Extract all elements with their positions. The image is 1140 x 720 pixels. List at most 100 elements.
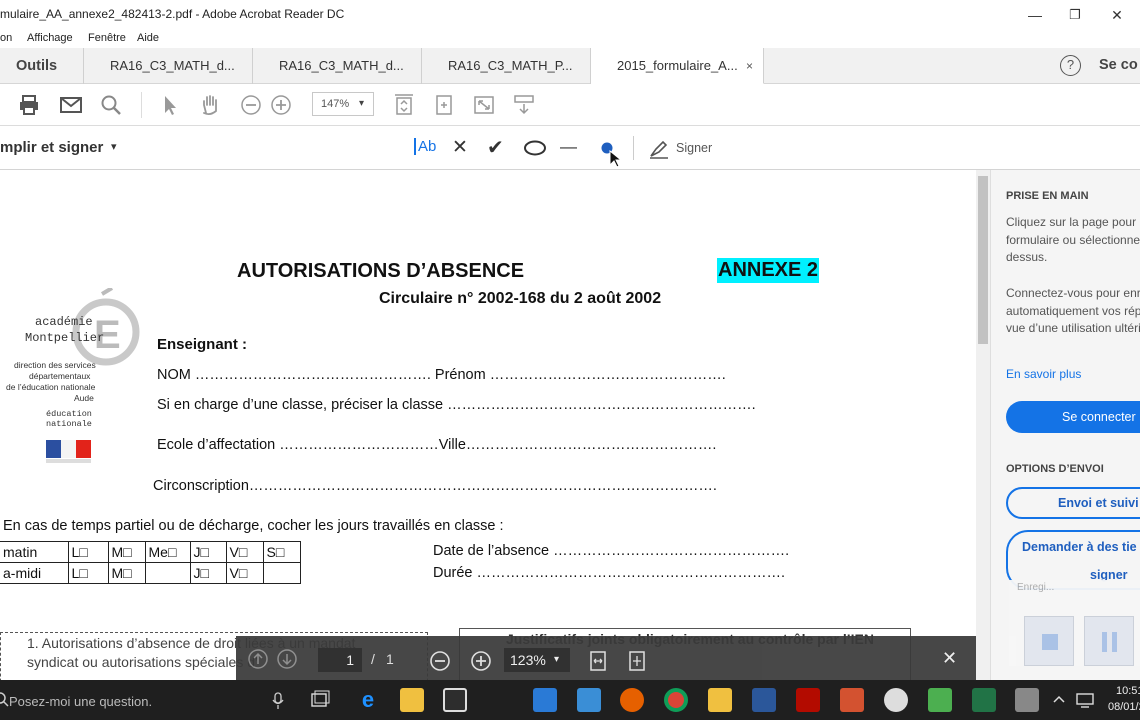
zoom-out-icon[interactable] bbox=[429, 650, 451, 672]
doc-tab[interactable]: RA16_C3_MATH_P... bbox=[422, 48, 591, 84]
clock-time[interactable]: 10:51 bbox=[1116, 685, 1140, 697]
district-field-line[interactable]: Circonscription…………………………………………………………………… bbox=[153, 478, 717, 494]
doc-tab-active[interactable]: 2015_formulaire_A... × bbox=[591, 48, 764, 84]
cortana-search-input[interactable]: Posez-moi une question. bbox=[9, 694, 152, 709]
email-icon[interactable] bbox=[59, 93, 83, 117]
select-arrow-icon[interactable] bbox=[158, 93, 182, 117]
chevron-up-icon[interactable] bbox=[1053, 694, 1065, 704]
clock-date[interactable]: 08/01/2 bbox=[1108, 701, 1140, 713]
print-icon[interactable] bbox=[17, 93, 41, 117]
toolbar-divider bbox=[633, 136, 634, 160]
chrome-icon[interactable] bbox=[664, 688, 688, 712]
document-page[interactable]: AUTORISATIONS D’ABSENCE ANNEXE 2 Circula… bbox=[0, 170, 976, 680]
logo-text: départementaux bbox=[29, 371, 91, 381]
fit-page-icon[interactable] bbox=[392, 93, 416, 117]
task-view-icon[interactable] bbox=[310, 690, 330, 710]
page-separator: / bbox=[371, 651, 375, 667]
menu-item-affichage[interactable]: Affichage bbox=[27, 32, 73, 44]
app-icon[interactable] bbox=[533, 688, 557, 712]
send-track-button[interactable]: Envoi et suivi bbox=[1006, 487, 1140, 519]
table-cell[interactable]: V□ bbox=[225, 541, 264, 563]
scroll-mode-icon[interactable] bbox=[512, 93, 536, 117]
table-cell[interactable]: J□ bbox=[189, 562, 227, 584]
edge-browser-icon[interactable]: e bbox=[356, 688, 380, 712]
excel-icon[interactable] bbox=[972, 688, 996, 712]
vertical-scrollbar[interactable] bbox=[976, 170, 990, 680]
word-icon[interactable] bbox=[752, 688, 776, 712]
learn-more-link[interactable]: En savoir plus bbox=[1006, 366, 1140, 384]
table-cell[interactable]: M□ bbox=[107, 562, 146, 584]
folder-icon[interactable] bbox=[708, 688, 732, 712]
zoom-in-icon[interactable] bbox=[470, 650, 492, 672]
absence-date-line[interactable]: Date de l’absence …………………………………………. bbox=[433, 543, 789, 559]
doc-tab[interactable]: RA16_C3_MATH_d... bbox=[253, 48, 422, 84]
store-icon[interactable] bbox=[443, 688, 467, 712]
sign-button[interactable]: Signer bbox=[676, 141, 712, 155]
section-title: PRISE EN MAIN bbox=[1006, 190, 1089, 202]
network-icon[interactable] bbox=[1075, 692, 1095, 708]
fill-sign-menu[interactable]: mplir et signer bbox=[0, 139, 103, 156]
zoom-out-icon[interactable] bbox=[239, 93, 263, 117]
fullscreen-icon[interactable] bbox=[472, 93, 496, 117]
name-field-line[interactable]: NOM …………………………………………. Prénom ……………………………… bbox=[157, 367, 726, 383]
table-cell[interactable]: Me□ bbox=[144, 541, 191, 563]
box-text: syndicat ou autorisations spéciales d’ bbox=[27, 654, 259, 670]
add-text-tool[interactable]: Ab bbox=[414, 138, 436, 155]
search-icon[interactable] bbox=[99, 93, 123, 117]
sign-in-link[interactable]: Se co bbox=[1099, 57, 1138, 73]
help-icon[interactable]: ? bbox=[1060, 55, 1081, 76]
table-cell[interactable]: L□ bbox=[67, 541, 109, 563]
table-cell[interactable]: S□ bbox=[262, 541, 301, 563]
spreadsheet-icon[interactable] bbox=[928, 688, 952, 712]
scrollbar-thumb[interactable] bbox=[978, 176, 988, 344]
table-cell[interactable]: L□ bbox=[67, 562, 109, 584]
line-tool-icon[interactable]: — bbox=[560, 137, 577, 157]
stop-record-button[interactable] bbox=[1024, 616, 1074, 666]
page-down-icon[interactable] bbox=[277, 649, 297, 669]
minimize-button[interactable]: — bbox=[1020, 4, 1050, 26]
duration-line[interactable]: Durée ………………………………………………………. bbox=[433, 565, 785, 581]
page-number-input[interactable]: 1 bbox=[318, 648, 362, 672]
close-tab-icon[interactable]: × bbox=[746, 48, 753, 83]
ellipse-tool-icon[interactable] bbox=[523, 140, 547, 156]
rotate-icon[interactable] bbox=[432, 93, 456, 117]
logo-text: nationale bbox=[46, 419, 92, 429]
zoom-in-icon[interactable] bbox=[269, 93, 293, 117]
acrobat-icon[interactable] bbox=[796, 688, 820, 712]
doc-tab[interactable]: RA16_C3_MATH_d... bbox=[84, 48, 253, 84]
fit-page-icon[interactable] bbox=[628, 650, 646, 672]
close-window-button[interactable]: ✕ bbox=[1102, 4, 1132, 26]
firefox-icon[interactable] bbox=[620, 688, 644, 712]
app-icon[interactable] bbox=[1015, 688, 1039, 712]
cross-tool-icon[interactable]: ✕ bbox=[452, 136, 468, 159]
school-field-line[interactable]: Ecole d’affectation ……………………………Ville…………… bbox=[157, 437, 716, 453]
table-cell bbox=[262, 562, 301, 584]
page-up-icon[interactable] bbox=[248, 649, 268, 669]
hand-tool-icon[interactable] bbox=[198, 93, 222, 117]
menu-item-edition[interactable]: on bbox=[0, 32, 12, 44]
class-field-line[interactable]: Si en charge d’une classe, préciser la c… bbox=[157, 397, 756, 413]
table-cell: a-midi bbox=[0, 562, 69, 584]
zoom-select[interactable]: 123% ▾ bbox=[504, 648, 570, 672]
app-icon[interactable] bbox=[577, 688, 601, 712]
tab-tools[interactable]: Outils bbox=[0, 48, 84, 84]
microphone-icon[interactable] bbox=[272, 692, 284, 710]
fit-width-icon[interactable] bbox=[589, 650, 607, 672]
close-toolbar-icon[interactable]: ✕ bbox=[942, 648, 957, 669]
stop-icon bbox=[1042, 634, 1058, 650]
maximize-button[interactable]: ❐ bbox=[1060, 4, 1090, 26]
app-icon[interactable] bbox=[884, 688, 908, 712]
connect-button[interactable]: Se connecter bbox=[1006, 401, 1140, 433]
table-cell[interactable]: J□ bbox=[189, 541, 227, 563]
powerpoint-icon[interactable] bbox=[840, 688, 864, 712]
zoom-dropdown[interactable]: 147% ▾ bbox=[312, 92, 374, 116]
pause-record-button[interactable] bbox=[1084, 616, 1134, 666]
file-explorer-icon[interactable] bbox=[400, 688, 424, 712]
circular-reference: Circulaire n° 2002-168 du 2 août 2002 bbox=[379, 290, 662, 307]
menu-item-aide[interactable]: Aide bbox=[137, 32, 159, 44]
table-cell[interactable]: V□ bbox=[225, 562, 264, 584]
table-cell[interactable]: M□ bbox=[107, 541, 146, 563]
checkmark-tool-icon[interactable]: ✔ bbox=[487, 135, 504, 160]
menu-item-fenetre[interactable]: Fenêtre bbox=[88, 32, 126, 44]
sign-pen-icon[interactable] bbox=[648, 137, 670, 159]
